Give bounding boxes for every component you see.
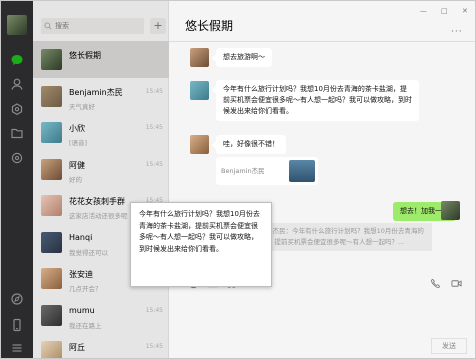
chat-name: 小欣 bbox=[69, 124, 85, 133]
chat-name: Benjamin杰民 bbox=[69, 87, 123, 97]
chat-name: 张安迪 bbox=[69, 270, 93, 279]
chat-list: + 悠长假期Benjamin杰民天气真好15:45小欣[语音]15:45阿健好的… bbox=[33, 1, 169, 358]
chat-name: mumu bbox=[69, 305, 95, 315]
page-title: 悠长假期 bbox=[185, 19, 234, 33]
menu-icon[interactable] bbox=[10, 341, 24, 355]
nav-rail bbox=[1, 1, 33, 358]
avatar bbox=[41, 195, 62, 216]
minimize-button[interactable]: — bbox=[420, 7, 427, 15]
chat-panel: 悠长假期 — □ ✕ ··· 想去旅游啊～ 今年有什么旅行计划吗？我想10月份去… bbox=[169, 1, 475, 358]
avatar bbox=[41, 231, 62, 253]
chat-name: Hanqi bbox=[69, 232, 93, 242]
chat-name: 花花女孩刺手群 bbox=[69, 197, 125, 206]
chat-list-item[interactable]: mumu 我还在路上 15:45 bbox=[33, 297, 169, 334]
message-tooltip: 今年有什么旅行计划吗？我想10月份去青海的茶卡盐湖，提前买机票会便宜很多呢～有人… bbox=[130, 202, 272, 287]
chat-preview: [语音] bbox=[69, 139, 88, 147]
self-avatar[interactable] bbox=[441, 201, 460, 220]
search-icon bbox=[44, 22, 52, 30]
header-divider bbox=[169, 41, 475, 42]
message-bubble[interactable]: 哇，好像很不错！ bbox=[212, 135, 286, 154]
avatar bbox=[41, 49, 62, 70]
moments-icon[interactable] bbox=[10, 151, 24, 165]
wechat-window: + 悠长假期Benjamin杰民天气真好15:45小欣[语音]15:45阿健好的… bbox=[0, 0, 476, 359]
search-box[interactable] bbox=[41, 18, 144, 34]
chat-time: 15:45 bbox=[145, 306, 163, 314]
chat-time: 15:45 bbox=[145, 124, 163, 131]
chat-time: 15:45 bbox=[145, 343, 163, 350]
chat-time: 15:45 bbox=[145, 160, 163, 168]
message-avatar[interactable] bbox=[190, 48, 209, 67]
chat-list-item[interactable]: 阿丘明天见15:45 bbox=[33, 333, 169, 358]
phone-icon[interactable] bbox=[10, 318, 24, 332]
more-options-button[interactable]: ··· bbox=[451, 27, 463, 37]
chat-preview: 好的 bbox=[69, 175, 82, 184]
message-bubble[interactable]: 想去旅游啊～ bbox=[212, 48, 272, 67]
message-bubble[interactable]: 今年有什么旅行计划吗？我想10月份去青海的茶卡盐湖，提前买机票会便宜很多呢～有人… bbox=[212, 80, 419, 121]
mini-program-icon[interactable] bbox=[10, 292, 24, 306]
favorites-icon[interactable] bbox=[10, 102, 24, 116]
chat-name: 阿丘 bbox=[69, 343, 85, 352]
chat-preview: 天气真好 bbox=[69, 102, 95, 111]
avatar[interactable] bbox=[7, 15, 27, 35]
folder-icon[interactable] bbox=[10, 126, 24, 140]
chat-time: 15:45 bbox=[145, 87, 163, 95]
card-thumbnail bbox=[289, 160, 315, 182]
card-title: Benjamin杰民 bbox=[221, 167, 265, 175]
search-input[interactable] bbox=[55, 22, 135, 30]
voice-call-icon[interactable] bbox=[430, 276, 441, 290]
avatar bbox=[41, 122, 62, 143]
message-avatar[interactable] bbox=[190, 135, 209, 154]
video-call-icon[interactable] bbox=[451, 276, 462, 290]
chat-name: 阿健 bbox=[69, 160, 85, 170]
chat-preview: 我还在路上 bbox=[69, 321, 102, 330]
avatar bbox=[41, 304, 62, 326]
avatar bbox=[41, 85, 62, 107]
add-chat-button[interactable]: + bbox=[150, 18, 166, 34]
maximize-button[interactable]: □ bbox=[441, 7, 448, 15]
chat-list-item[interactable]: 小欣 [语音] 15:45 bbox=[33, 114, 169, 151]
send-button[interactable]: 发送 bbox=[431, 338, 467, 354]
chat-list-item[interactable]: 悠长假期 bbox=[33, 41, 169, 78]
chat-list-item[interactable]: Benjamin杰民 天气真好 15:45 bbox=[33, 78, 169, 115]
close-button[interactable]: ✕ bbox=[462, 7, 468, 15]
shared-card[interactable]: Benjamin杰民 bbox=[216, 157, 318, 185]
chat-icon[interactable] bbox=[10, 53, 24, 67]
chat-list-item[interactable]: 阿健好的 15:45 bbox=[33, 151, 169, 188]
avatar bbox=[41, 341, 62, 358]
avatar bbox=[41, 268, 62, 289]
contacts-icon[interactable] bbox=[10, 77, 24, 91]
avatar bbox=[41, 158, 62, 180]
chat-name: 悠长假期 bbox=[69, 51, 101, 60]
message-avatar[interactable] bbox=[190, 81, 209, 100]
